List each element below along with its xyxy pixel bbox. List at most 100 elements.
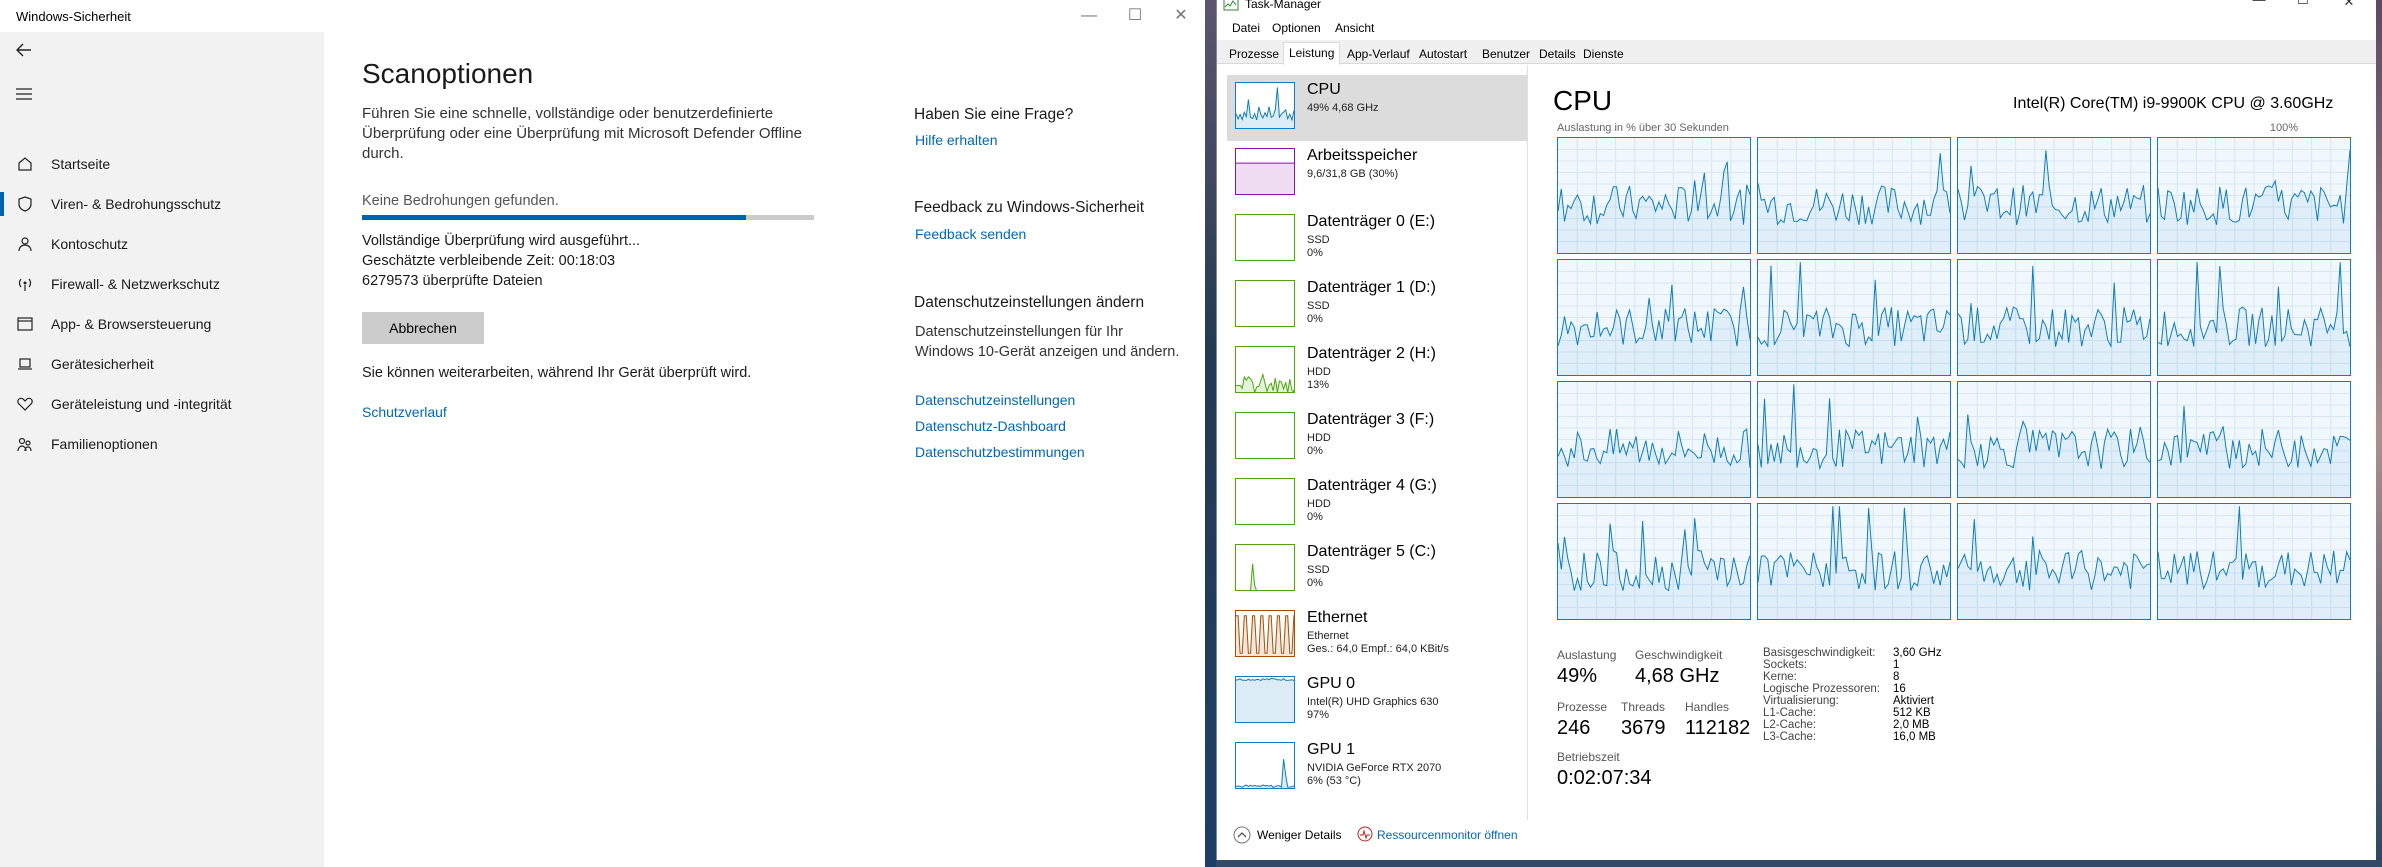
- core-graph-15: [2157, 503, 2351, 620]
- resource-item-5[interactable]: Datenträger 3 (F:) HDD 0%: [1227, 405, 1527, 471]
- core-graph-3: [2157, 137, 2351, 254]
- core-graph-14: [1957, 503, 2151, 620]
- sidebar-item-6[interactable]: Geräteleistung und -integrität: [0, 384, 324, 424]
- maximize-icon[interactable]: ☐: [1112, 0, 1158, 32]
- scan-progress-bar: [362, 215, 814, 220]
- cancel-button[interactable]: Abbrechen: [362, 312, 484, 344]
- windows-security-window: Windows-Sicherheit — ☐ ✕ Startseite Viren…: [0, 0, 1205, 867]
- hamburger-menu-icon[interactable]: [14, 86, 34, 102]
- resource-thumbnail: [1235, 742, 1295, 789]
- resource-thumbnail: [1235, 610, 1295, 657]
- privacy-statement-link[interactable]: Datenschutzbestimmungen: [915, 444, 1085, 460]
- resource-value: 0%: [1307, 313, 1323, 325]
- home-icon: [16, 155, 34, 173]
- speed-value: 4,68 GHz: [1635, 665, 1720, 687]
- spec-value: 16: [1893, 683, 1906, 695]
- fewer-details-link[interactable]: Weniger Details: [1257, 828, 1341, 842]
- sidebar-item-5[interactable]: Gerätesicherheit: [0, 344, 324, 384]
- tab-autostart[interactable]: Autostart: [1413, 43, 1473, 64]
- resource-value: 6% (53 °C): [1307, 775, 1361, 787]
- back-arrow-icon[interactable]: [14, 40, 34, 60]
- handles-value: 112182: [1685, 717, 1751, 739]
- menu-optionen[interactable]: Optionen: [1272, 21, 1321, 35]
- ws-main: Scanoptionen Führen Sie eine schnelle, v…: [324, 32, 1205, 867]
- privacy-settings-link[interactable]: Datenschutzeinstellungen: [915, 392, 1075, 408]
- resource-detail: SSD: [1307, 234, 1330, 246]
- resource-thumbnail: [1235, 412, 1295, 459]
- sidebar-item-label: Kontoschutz: [51, 236, 129, 252]
- resource-name: Datenträger 0 (E:): [1307, 213, 1436, 230]
- sidebar-item-3[interactable]: Firewall- & Netzwerkschutz: [0, 264, 324, 304]
- resource-monitor-link[interactable]: Ressourcenmonitor öffnen: [1377, 828, 1518, 842]
- ws-window-title: Windows-Sicherheit: [16, 9, 131, 24]
- tm-footer: Weniger Details Ressourcenmonitor öffnen: [1217, 820, 2377, 860]
- shield-icon: [16, 195, 34, 213]
- privacy-text: Datenschutzeinstellungen für Ihr Windows…: [915, 324, 1180, 360]
- tab-benutzer[interactable]: Benutzer: [1476, 43, 1536, 64]
- privacy-dashboard-link[interactable]: Datenschutz-Dashboard: [915, 418, 1066, 434]
- resource-item-8[interactable]: Ethernet Ethernet Ges.: 64,0 Empf.: 64,0 K…: [1227, 603, 1527, 669]
- tab-leistung[interactable]: Leistung: [1283, 42, 1341, 65]
- resource-item-6[interactable]: Datenträger 4 (G:) HDD 0%: [1227, 471, 1527, 537]
- feedback-link[interactable]: Feedback senden: [915, 226, 1026, 242]
- resource-name: CPU: [1307, 81, 1341, 98]
- protection-history-link[interactable]: Schutzverlauf: [362, 404, 447, 420]
- resource-name: Datenträger 4 (G:): [1307, 477, 1437, 494]
- sidebar-item-label: Firewall- & Netzwerkschutz: [51, 276, 220, 292]
- cpu-core-graphs: [1557, 137, 2351, 621]
- core-graph-5: [1757, 259, 1951, 376]
- tab-dienste[interactable]: Dienste: [1577, 43, 1630, 64]
- minimize-icon[interactable]: —: [1066, 0, 1112, 32]
- tm-tabs: Prozesse Leistung App-Verlauf Autostart …: [1217, 40, 2377, 65]
- remaining-time-text: Geschätzte verbleibende Zeit: 00:18:03: [362, 253, 616, 269]
- graph-caption: Auslastung in % über 30 Sekunden: [1557, 122, 1729, 134]
- desktop-background-bottom: [1216, 860, 2382, 867]
- spec-value: 2,0 MB: [1893, 719, 1930, 731]
- tm-close-icon[interactable]: ✕: [2329, 0, 2369, 14]
- core-graph-6: [1957, 259, 2151, 376]
- wireless-icon: [16, 275, 34, 293]
- tm-minimize-icon[interactable]: —: [2239, 0, 2279, 12]
- person-icon: [16, 235, 34, 253]
- family-icon: [16, 435, 34, 453]
- core-graph-4: [1557, 259, 1751, 376]
- help-link[interactable]: Hilfe erhalten: [915, 132, 998, 148]
- resource-item-1[interactable]: Arbeitsspeicher 9,6/31,8 GB (30%): [1227, 141, 1527, 207]
- sidebar-item-7[interactable]: Familienoptionen: [0, 424, 324, 464]
- spec-key: Sockets:: [1763, 659, 1808, 671]
- resource-item-9[interactable]: GPU 0 Intel(R) UHD Graphics 630 97%: [1227, 669, 1527, 735]
- resource-value: 13%: [1307, 379, 1330, 391]
- spec-value: 3,60 GHz: [1893, 647, 1942, 659]
- spec-value: 512 KB: [1893, 707, 1931, 719]
- resource-item-4[interactable]: Datenträger 2 (H:) HDD 13%: [1227, 339, 1527, 405]
- tab-app-verlauf[interactable]: App-Verlauf: [1341, 43, 1416, 64]
- tab-details[interactable]: Details: [1533, 43, 1582, 64]
- chevron-up-icon[interactable]: [1233, 826, 1251, 844]
- tab-prozesse[interactable]: Prozesse: [1223, 43, 1285, 64]
- menu-ansicht[interactable]: Ansicht: [1335, 21, 1374, 35]
- sidebar-item-0[interactable]: Startseite: [0, 144, 324, 184]
- core-graph-7: [2157, 259, 2351, 376]
- sidebar-item-4[interactable]: App- & Browsersteuerung: [0, 304, 324, 344]
- resource-item-3[interactable]: Datenträger 1 (D:) SSD 0%: [1227, 273, 1527, 339]
- close-icon[interactable]: ✕: [1158, 0, 1204, 32]
- sidebar-item-2[interactable]: Kontoschutz: [0, 224, 324, 264]
- resource-item-2[interactable]: Datenträger 0 (E:) SSD 0%: [1227, 207, 1527, 273]
- tm-maximize-icon[interactable]: ☐: [2283, 0, 2323, 12]
- core-graph-0: [1557, 137, 1751, 254]
- sidebar-item-1[interactable]: Viren- & Bedrohungsschutz: [0, 184, 324, 224]
- resource-detail: 49% 4,68 GHz: [1307, 102, 1379, 114]
- panel-separator[interactable]: [1527, 65, 1528, 832]
- menu-datei[interactable]: Datei: [1232, 21, 1260, 35]
- spec-key: L1-Cache:: [1763, 707, 1817, 719]
- spec-key: Logische Prozessoren:: [1763, 683, 1880, 695]
- resource-monitor-icon: [1357, 826, 1373, 842]
- app-window-icon: [16, 315, 34, 333]
- resource-name: Datenträger 5 (C:): [1307, 543, 1436, 560]
- resource-item-7[interactable]: Datenträger 5 (C:) SSD 0%: [1227, 537, 1527, 603]
- resource-item-10[interactable]: GPU 1 NVIDIA GeForce RTX 2070 6% (53 °C): [1227, 735, 1527, 801]
- uptime-value: 0:02:07:34: [1557, 767, 1652, 789]
- threads-label: Threads: [1621, 700, 1666, 714]
- resource-item-0[interactable]: CPU 49% 4,68 GHz: [1227, 75, 1527, 141]
- resource-thumbnail: [1235, 214, 1295, 261]
